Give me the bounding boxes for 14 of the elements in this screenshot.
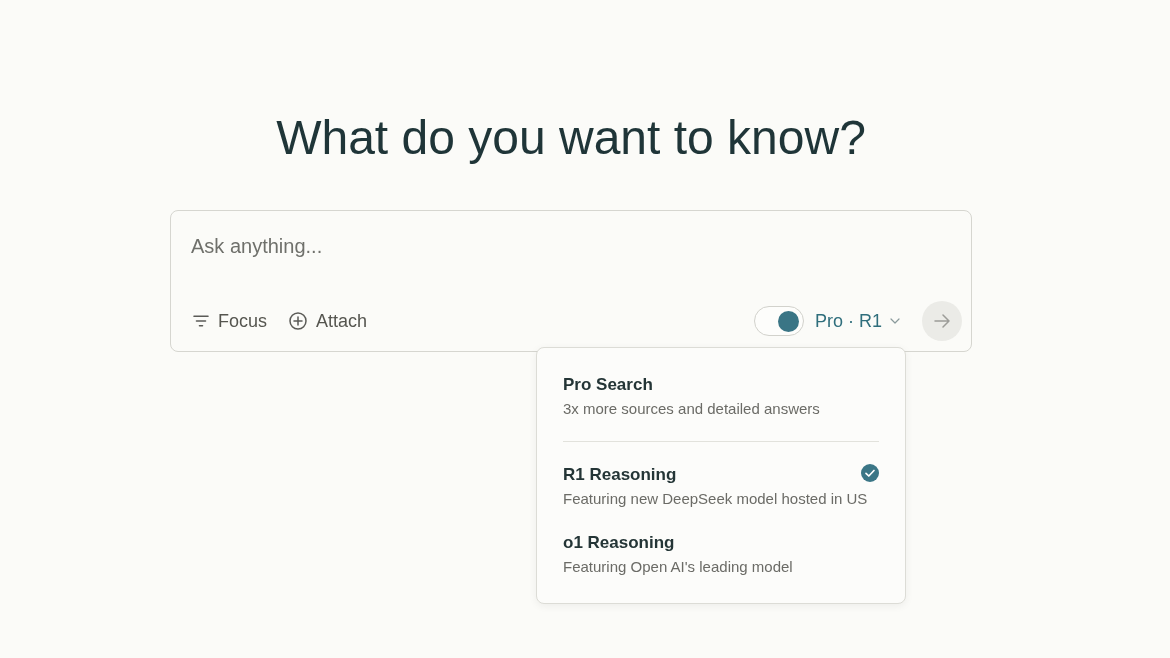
attach-button[interactable]: Attach [289, 310, 368, 332]
page-heading: What do you want to know? [276, 110, 866, 166]
filter-icon [193, 315, 209, 327]
plus-circle-icon [289, 312, 308, 330]
arrow-right-icon [934, 314, 950, 328]
chevron-down-icon [890, 318, 900, 324]
search-input[interactable]: Ask anything... [191, 234, 951, 258]
pro-toggle[interactable] [753, 306, 804, 336]
menu-option[interactable]: Pro Search 3x more sources and detailed answers [563, 374, 879, 419]
model-button[interactable]: Pro · R1 [814, 310, 900, 332]
menu-option[interactable]: R1 Reasoning Featuring new DeepSeek model hosted in US [563, 464, 879, 509]
menu-option[interactable]: o1 Reasoning Featuring Open AI's leading model [563, 532, 879, 577]
check-circle-icon [861, 464, 879, 482]
focus-button[interactable]: Focus [193, 310, 268, 332]
